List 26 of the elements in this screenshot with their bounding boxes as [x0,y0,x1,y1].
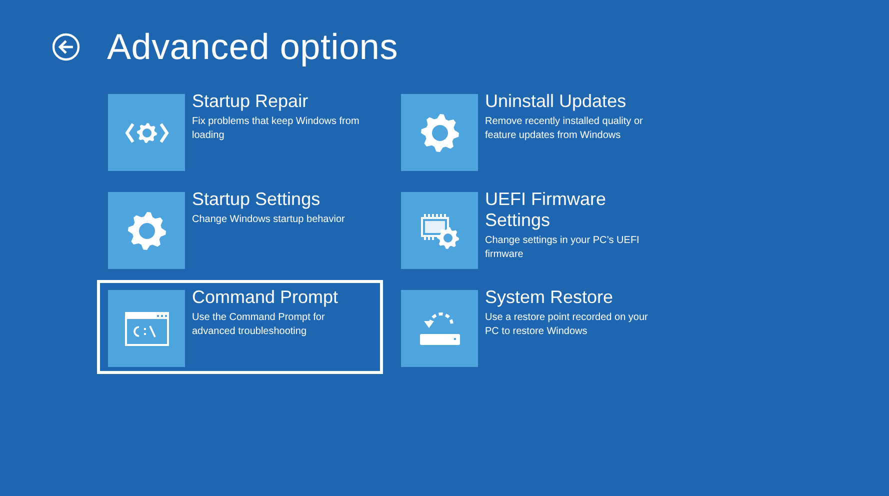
gear-icon [420,112,460,152]
page-title: Advanced options [107,30,398,64]
option-item[interactable]: Uninstall Updates Remove recently installed quality or feature updates from Windows [390,84,676,178]
option-title: Startup Settings [192,189,322,210]
option-description: Remove recently installed quality or feature updates from Windows [485,115,644,143]
option-description: Change settings in your PC’s UEFI firmware [485,234,640,262]
option-title: System Restore [485,287,614,308]
back-button[interactable] [51,32,81,62]
option-item[interactable]: Startup Repair Fix problems that keep Windows from loading [97,84,383,178]
restore-drive-icon [418,310,462,346]
option-description: Use a restore point recorded on your PC to restore Windows [485,311,649,339]
option-description: Fix problems that keep Windows from loading [192,115,360,143]
terminal-window-icon [124,312,168,346]
gear-icon [126,210,166,250]
option-item[interactable]: Command Prompt Use the Command Prompt for advanced troubleshooting [97,280,383,374]
option-title: Startup Repair [192,91,310,112]
chip-gear-icon [420,212,460,248]
option-title: Uninstall Updates [485,91,628,112]
option-title: UEFI Firmware Settings [485,189,607,231]
option-description: Change Windows startup behavior [192,213,346,227]
code-gear-icon [124,120,168,144]
option-item[interactable]: Startup Settings Change Windows startup behavior [97,182,383,276]
option-item[interactable]: System Restore Use a restore point recorded on your PC to restore Windows [390,280,676,374]
option-description: Use the Command Prompt for advanced troubleshooting [192,311,326,339]
option-title: Command Prompt [192,287,340,308]
option-item[interactable]: UEFI Firmware Settings Change settings in your PC’s UEFI firmware [390,182,676,276]
